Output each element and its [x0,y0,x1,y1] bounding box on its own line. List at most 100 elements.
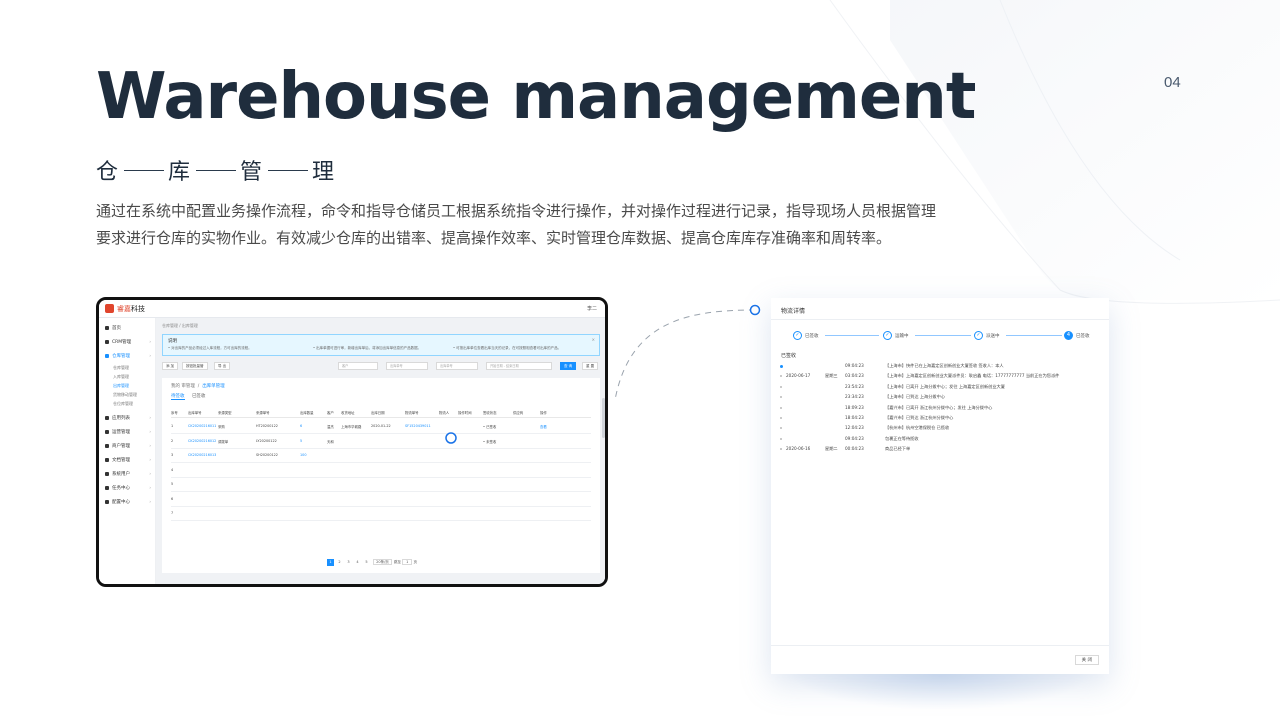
table-cell[interactable]: 查看 [540,424,547,429]
column-header: 出库数量 [300,411,314,415]
notice-banner: 说明 • 对出库的产品必须经过入库流程，方可出库的流程。 • 出库单据可进行审，… [162,334,600,356]
page-title: Warehouse management [96,60,976,134]
table-row[interactable]: 7 [171,507,591,521]
add-button[interactable]: 添 加 [162,362,179,370]
sidebar-sub-item[interactable]: 货物移动管理 [113,392,137,398]
date-range-input[interactable]: 开始日期 - 结束日期 [486,362,552,370]
table-cell: 6 [300,424,303,428]
export-button[interactable]: 导 出 [214,362,231,370]
timeline-text: 【上海市】快件已在上海嘉定区创新创业大厦签收 签收人：本人 [885,363,1004,368]
merchant-icon [105,443,109,448]
goto-label: 跳至 [394,560,401,564]
status-label: 已签收 [781,353,797,359]
page-suffix: 页 [413,560,417,564]
table-cell: 5 [300,438,303,443]
timeline-time: 00:04:23 [845,446,864,452]
timeline-time: 23:54:23 [845,383,864,389]
pagination: 12345 20条/页 跳至 1 页 [327,559,417,567]
subtitle-divider [124,170,164,171]
logistics-detail-dialog: 物流详情 ✓ 已签收 ✓ 运输中 ✓ 派送中 4 已签收 已签收 09:04:2… [771,298,1109,674]
scrollbar[interactable] [602,398,605,438]
sidebar-item[interactable]: 系统用户 › [105,471,153,477]
sidebar-sub-item-outbound[interactable]: 出库管理 [113,383,129,389]
page-button[interactable]: 4 [354,559,361,566]
subtitle-char: 理 [312,160,335,185]
timeline-item: 09:04:23 【上海市】快件已在上海嘉定区创新创业大厦签收 签收人：本人 [779,362,1099,372]
timeline-dot [780,396,782,399]
table-header: 序号 出库单号 来源类型 来源单号 出库数量 客户 收货地址 出库日期 物流单号 物流人 操作时间 签… [171,408,591,418]
page-size-select[interactable]: 20条/页 [373,559,392,565]
doc-icon [105,457,109,462]
table-row[interactable]: 4 [171,464,591,478]
sidebar-item[interactable]: 运营管理 › [105,429,153,435]
home-icon [105,325,109,330]
sidebar-item[interactable]: 文档管理 › [105,457,153,463]
close-button[interactable]: 关 闭 [1074,655,1099,665]
sidebar-item[interactable]: 应用列表 › [105,415,153,421]
sidebar-item[interactable]: CRM管理 › [105,339,153,345]
dialog-title: 物流详情 [781,308,806,315]
table-row[interactable]: 6 [171,493,591,507]
step-label: 已签收 [1076,334,1090,339]
sidebar-sub-item[interactable]: 入库管理 [113,374,129,380]
table-cell: 4 [171,467,174,472]
page-button[interactable]: 1 [327,559,334,566]
table-cell: 天和 [327,439,334,444]
table-row[interactable]: 2 CK20200216012 调拨单 LY20200122 5 天和 • 未签收 [171,435,591,449]
table-row[interactable]: 1 CK20200216011 采购 HT20200122 6 温杰 上海市华城路 2020-… [171,420,591,434]
table-cell[interactable]: CK20200216012 [188,439,216,443]
sidebar-item[interactable]: 首页 [105,325,153,331]
timeline-time: 09:04:23 [845,435,864,441]
table-cell: 1 [171,424,174,428]
timeline-week: 星期三 [825,373,838,379]
sidebar-sub-item[interactable]: 仓位库管理 [113,401,133,407]
ops-icon [105,429,109,434]
column-header: 来源类型 [218,411,232,415]
table-cell[interactable]: CK20200216011 [188,424,216,428]
table-cell: 2 [171,438,174,443]
task-icon [105,485,109,490]
tab-pending[interactable]: 待签收 [171,394,185,400]
tab-signed[interactable]: 已签收 [192,394,206,399]
timeline-date: 2020-06-17 [786,373,811,379]
warehouse-icon [105,353,109,358]
page-button[interactable]: 5 [363,559,370,566]
timeline-text: 【上海市】已离开 上海分拨中心；发往 上海嘉定区创新创业大厦 [885,383,1005,389]
user-icon [105,471,109,476]
timeline-item: 23:34:23 【上海市】已到达 上海分拨中心 [779,393,1099,403]
column-header: 来源单号 [256,411,270,415]
reset-button[interactable]: 重 置 [582,362,599,370]
table-row[interactable]: 3 CK20200216013 SH20200122 100 [171,449,591,463]
customer-input[interactable]: 客户 [338,362,378,370]
batch-button[interactable]: 按钮批量管 [182,362,208,370]
sidebar-item[interactable]: 配置中心 › [105,499,153,505]
table-cell: 7 [171,511,174,515]
sidebar-sub-item[interactable]: 仓库管理 [113,365,129,371]
close-icon[interactable]: × [592,337,595,342]
goto-input[interactable]: 1 [402,559,413,565]
divider [771,645,1109,646]
column-header: 序号 [171,411,178,415]
subtitle-divider [196,170,236,171]
column-header: 操作时间 [458,411,472,415]
table-cell: 2020-01-22 [371,424,391,428]
table-cell[interactable]: CK20200216013 [188,453,216,457]
sidebar-item-warehouse[interactable]: 仓库管理 › [105,353,153,359]
step-number-icon: 4 [1064,331,1073,340]
breadcrumb: 仓库管理 / 出库管理 [162,323,198,328]
step-line [825,335,879,336]
page-button[interactable]: 2 [336,559,343,566]
query-button[interactable]: 查 询 [560,362,577,370]
step-line [1006,335,1062,336]
sidebar-item[interactable]: 商户管理 › [105,443,153,449]
order-input[interactable]: 出库单号 [436,362,478,370]
order-input[interactable]: 出库单号 [386,362,428,370]
column-header: 出库日期 [371,411,385,415]
table-row[interactable]: 5 [171,478,591,492]
table-cell: LY20200122 [256,438,277,443]
sidebar-item[interactable]: 任务中心 › [105,485,153,491]
page-button[interactable]: 3 [345,559,352,566]
timeline-item: 18:09:23 【嘉兴市】已离开 浙江杭州分拨中心；发往 上海分拨中心 [779,404,1099,414]
table-cell[interactable]: SF1520439011 [405,424,431,428]
user-name[interactable]: 李二 [587,305,597,312]
